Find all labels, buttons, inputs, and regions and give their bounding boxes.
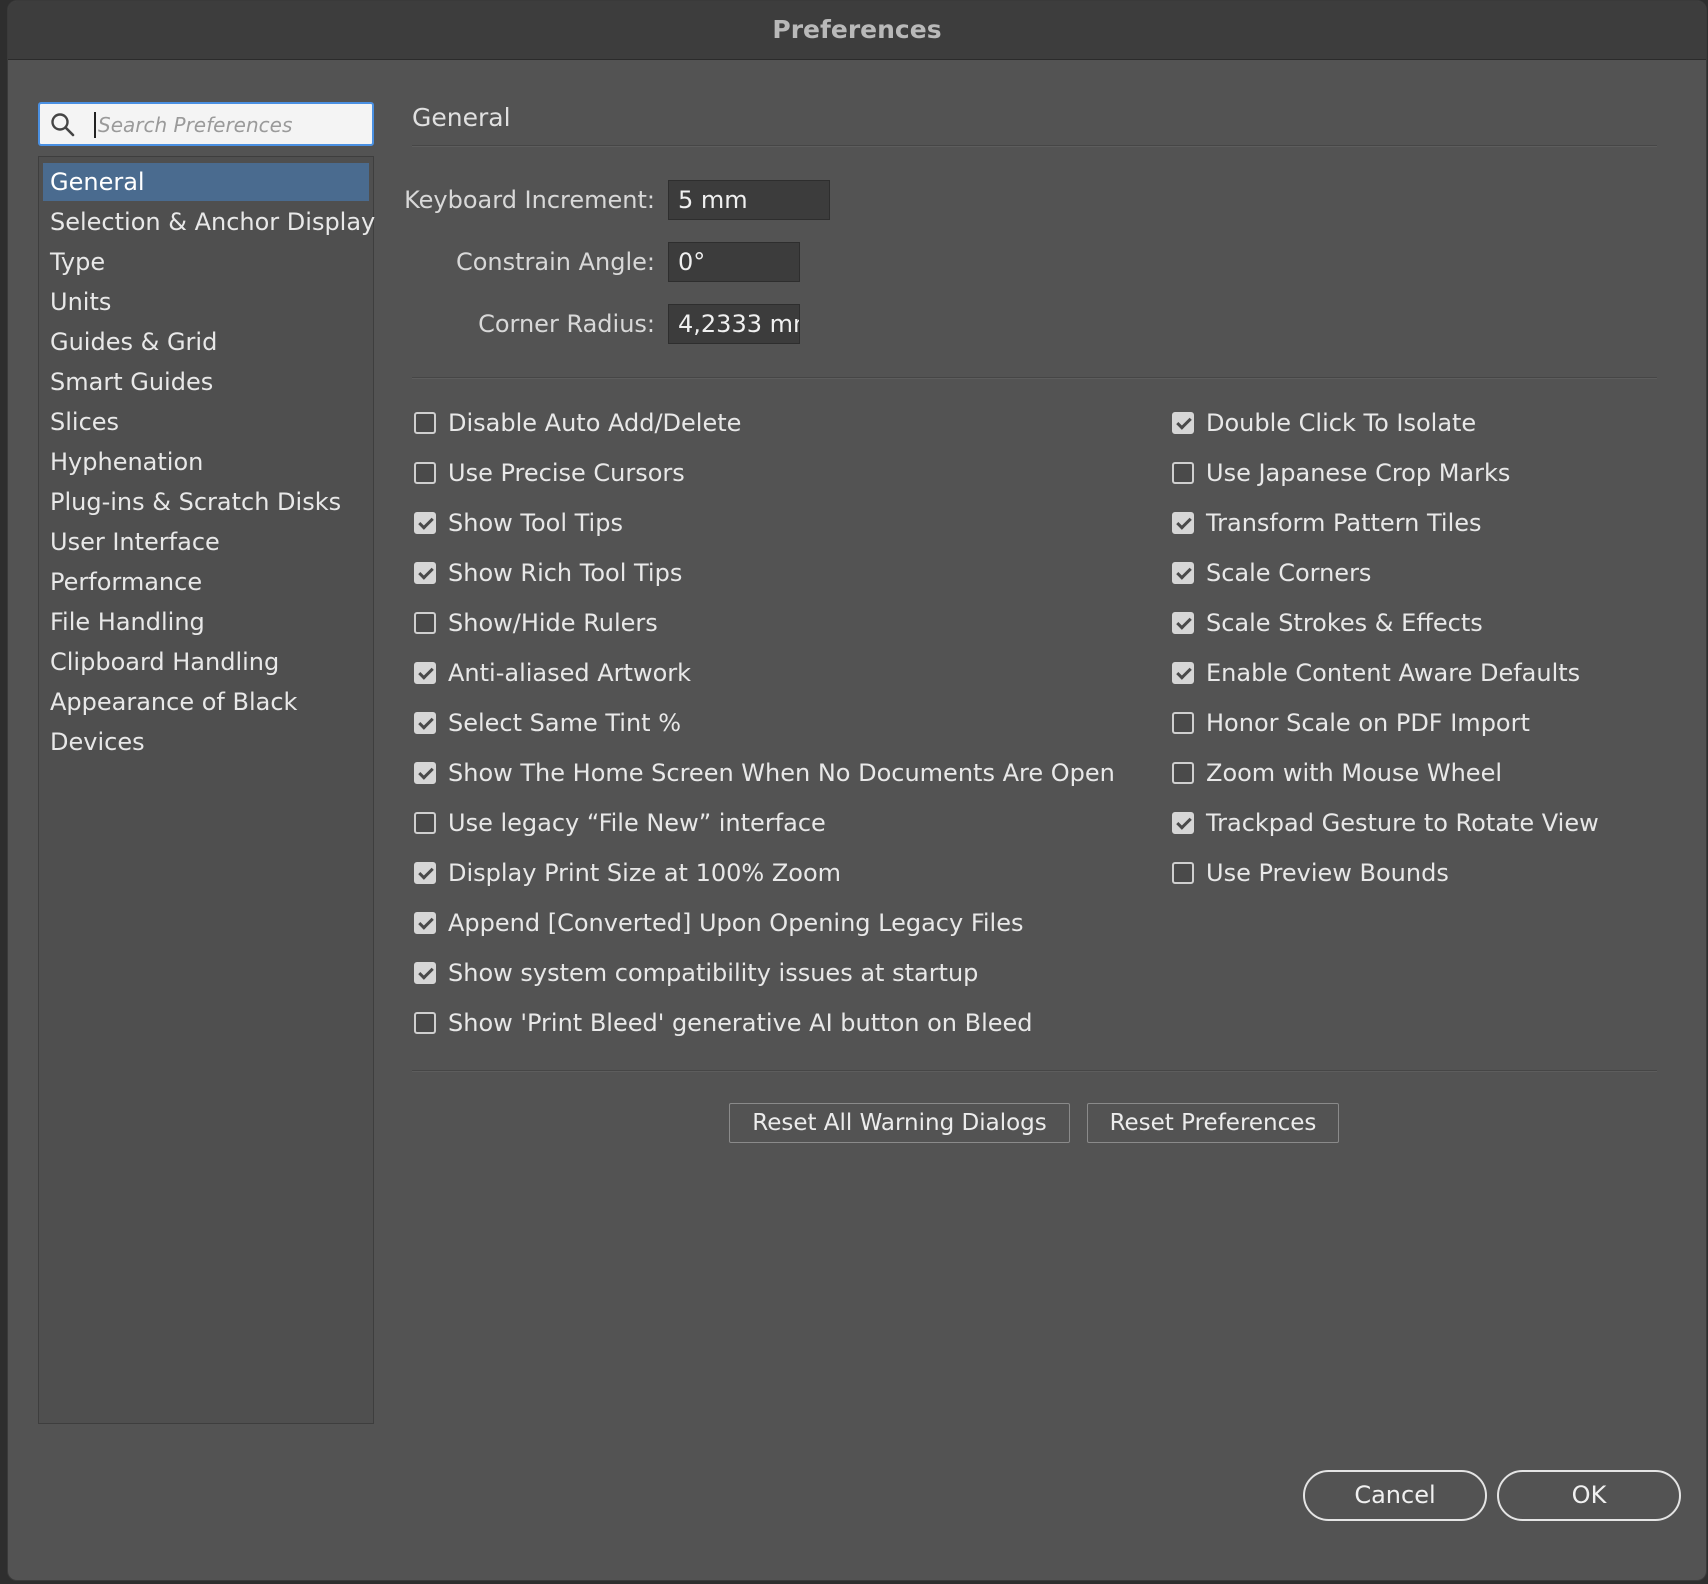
- checkbox-box[interactable]: [414, 462, 436, 484]
- checkbox-box[interactable]: [414, 412, 436, 434]
- checkbox-label: Zoom with Mouse Wheel: [1206, 759, 1503, 787]
- checkbox-box[interactable]: [1172, 862, 1194, 884]
- preferences-dialog: Preferences General Selection & Anchor D…: [7, 0, 1707, 1581]
- checkbox-box[interactable]: [414, 912, 436, 934]
- checkbox-label: Use Precise Cursors: [448, 459, 685, 487]
- sidebar-item-guides-grid[interactable]: Guides & Grid: [43, 323, 369, 361]
- checkbox-box[interactable]: [1172, 462, 1194, 484]
- search-input[interactable]: [96, 106, 370, 144]
- checkbox-box[interactable]: [1172, 512, 1194, 534]
- checkbox-label: Show 'Print Bleed' generative AI button …: [448, 1009, 1033, 1037]
- sidebar-item-units[interactable]: Units: [43, 283, 369, 321]
- checkbox-label: Scale Corners: [1206, 559, 1372, 587]
- checkbox-box[interactable]: [414, 962, 436, 984]
- checkbox-label: Disable Auto Add/Delete: [448, 409, 742, 437]
- sidebar-item-clipboard-handling[interactable]: Clipboard Handling: [43, 643, 369, 681]
- checkbox-label: Show The Home Screen When No Documents A…: [448, 759, 1115, 787]
- sidebar-item-user-interface[interactable]: User Interface: [43, 523, 369, 561]
- search-icon: [51, 113, 75, 137]
- checkbox-label: Use Preview Bounds: [1206, 859, 1449, 887]
- keyboard-increment-field[interactable]: 5 mm: [668, 180, 830, 220]
- ok-button[interactable]: OK: [1497, 1470, 1681, 1521]
- sidebar-item-devices[interactable]: Devices: [43, 723, 369, 761]
- checkbox-box[interactable]: [414, 562, 436, 584]
- checkbox-box[interactable]: [1172, 812, 1194, 834]
- divider: [412, 1070, 1657, 1072]
- sidebar-item-type[interactable]: Type: [43, 243, 369, 281]
- checkbox-label: Transform Pattern Tiles: [1206, 509, 1482, 537]
- sidebar-item-smart-guides[interactable]: Smart Guides: [43, 363, 369, 401]
- checkbox-box[interactable]: [414, 862, 436, 884]
- checkbox-box[interactable]: [414, 612, 436, 634]
- category-list: General Selection & Anchor Display Type …: [38, 156, 375, 1424]
- checkbox-label: Enable Content Aware Defaults: [1206, 659, 1581, 687]
- sidebar-item-selection-anchor-display[interactable]: Selection & Anchor Display: [43, 203, 375, 241]
- window-title: Preferences: [8, 1, 1706, 60]
- constrain-angle-field[interactable]: 0°: [668, 242, 800, 282]
- corner-radius-label: Corner Radius:: [478, 310, 655, 338]
- checkbox-label: Trackpad Gesture to Rotate View: [1206, 809, 1599, 837]
- checkbox-box[interactable]: [1172, 712, 1194, 734]
- keyboard-increment-label: Keyboard Increment:: [404, 186, 655, 214]
- sidebar-item-performance[interactable]: Performance: [43, 563, 369, 601]
- checkbox-label: Select Same Tint %: [448, 709, 682, 737]
- constrain-angle-label: Constrain Angle:: [455, 248, 655, 276]
- checkbox-label: Display Print Size at 100% Zoom: [448, 859, 841, 887]
- checkbox-box[interactable]: [1172, 762, 1194, 784]
- reset-preferences-button[interactable]: Reset Preferences: [1087, 1103, 1339, 1143]
- checkbox-box[interactable]: [414, 812, 436, 834]
- divider: [412, 145, 1657, 147]
- divider: [412, 377, 1657, 379]
- checkbox-label: Show Tool Tips: [448, 509, 623, 537]
- checkbox-label: Honor Scale on PDF Import: [1206, 709, 1530, 737]
- checkbox-label: Scale Strokes & Effects: [1206, 609, 1483, 637]
- checkbox-box[interactable]: [414, 762, 436, 784]
- checkbox-box[interactable]: [1172, 612, 1194, 634]
- checkbox-box[interactable]: [1172, 412, 1194, 434]
- sidebar-item-appearance-of-black[interactable]: Appearance of Black: [43, 683, 369, 721]
- sidebar-item-hyphenation[interactable]: Hyphenation: [43, 443, 369, 481]
- checkbox-box[interactable]: [414, 662, 436, 684]
- checkbox-box[interactable]: [414, 512, 436, 534]
- checkbox-box[interactable]: [1172, 662, 1194, 684]
- checkbox-box[interactable]: [414, 712, 436, 734]
- section-title: General: [412, 103, 511, 132]
- corner-radius-field[interactable]: 4,2333 mm: [668, 304, 800, 344]
- checkbox-label: Append [Converted] Upon Opening Legacy F…: [448, 909, 1024, 937]
- checkbox-label: Anti-aliased Artwork: [448, 659, 692, 687]
- checkbox-label: Show Rich Tool Tips: [448, 559, 683, 587]
- checkbox-label: Use Japanese Crop Marks: [1206, 459, 1511, 487]
- reset-all-warning-dialogs-button[interactable]: Reset All Warning Dialogs: [729, 1103, 1070, 1143]
- sidebar-item-slices[interactable]: Slices: [43, 403, 369, 441]
- checkbox-label: Use legacy “File New” interface: [448, 809, 826, 837]
- search-box[interactable]: [38, 102, 374, 146]
- checkbox-label: Double Click To Isolate: [1206, 409, 1477, 437]
- sidebar-item-plugins-scratch-disks[interactable]: Plug-ins & Scratch Disks: [43, 483, 369, 521]
- checkbox-label: Show system compatibility issues at star…: [448, 959, 979, 987]
- sidebar-item-general[interactable]: General: [43, 163, 369, 201]
- checkbox-label: Show/Hide Rulers: [448, 609, 658, 637]
- sidebar-item-file-handling[interactable]: File Handling: [43, 603, 369, 641]
- checkbox-box[interactable]: [414, 1012, 436, 1034]
- checkbox-box[interactable]: [1172, 562, 1194, 584]
- cancel-button[interactable]: Cancel: [1303, 1470, 1487, 1521]
